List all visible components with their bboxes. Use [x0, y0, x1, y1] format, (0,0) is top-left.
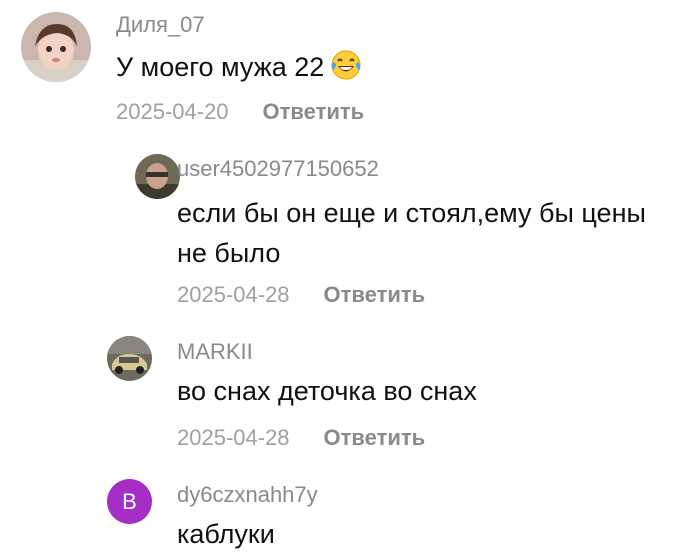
comment-text: во снах деточка во снах [177, 376, 477, 406]
avatar[interactable] [107, 336, 152, 381]
reply-button[interactable]: Ответить [263, 99, 365, 124]
avatar[interactable] [21, 12, 91, 82]
comment-username[interactable]: Диля_07 [116, 12, 205, 38]
profile-photo-icon [135, 154, 180, 199]
avatar-letter: B [122, 488, 137, 514]
comment-text-content: У моего мужа 22 [116, 52, 325, 82]
comment-meta: 2025-04-28 Ответить [177, 425, 425, 451]
comment-text-line: если бы он еще и стоял,ему бы цены [177, 198, 646, 228]
profile-photo-icon [21, 12, 91, 82]
comment-date: 2025-04-28 [177, 282, 290, 307]
comment-meta: 2025-04-28 Ответить [177, 282, 425, 308]
comment-text: каблуки [177, 519, 275, 549]
comment-meta: 2025-04-20 Ответить [116, 99, 364, 125]
laughing-tears-emoji-icon [330, 50, 362, 91]
comment-date: 2025-04-28 [177, 425, 290, 450]
comment-date: 2025-04-20 [116, 99, 229, 124]
comment-text: У моего мужа 22 [116, 47, 362, 91]
car-photo-icon [107, 336, 152, 381]
reply-button[interactable]: Ответить [324, 282, 426, 307]
comment-username[interactable]: dy6czxnahh7y [177, 482, 318, 508]
avatar[interactable] [135, 154, 180, 199]
comment-username[interactable]: user4502977150652 [177, 156, 379, 182]
comment-text-line: не было [177, 238, 281, 268]
comment-text: если бы он еще и стоял,ему бы цены не бы… [177, 193, 646, 273]
reply-button[interactable]: Ответить [324, 425, 426, 450]
avatar[interactable]: B [107, 479, 152, 524]
comment-username[interactable]: MARKII [177, 339, 253, 365]
